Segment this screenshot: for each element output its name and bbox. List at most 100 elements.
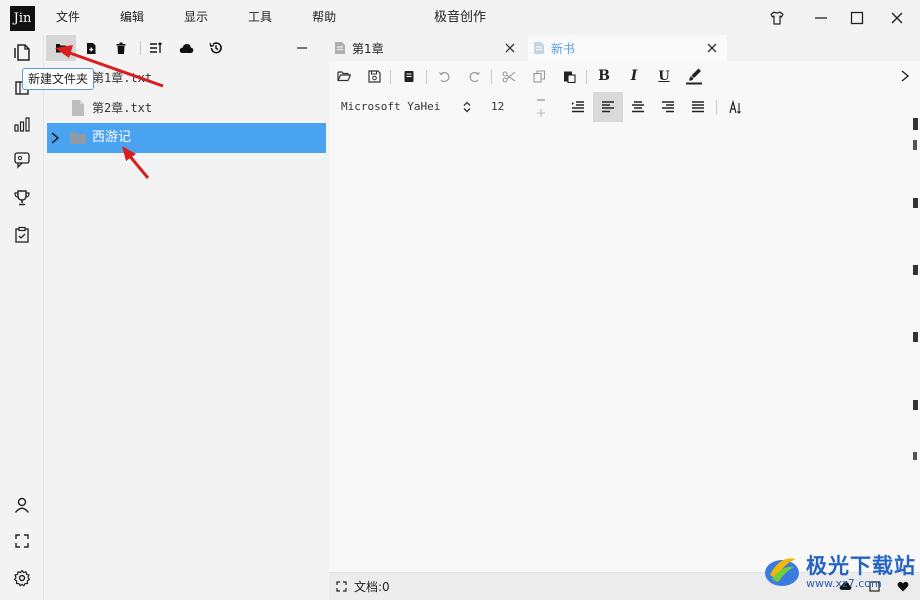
- font-family-dropdown[interactable]: [455, 93, 479, 121]
- minus-plus-icon: [537, 99, 545, 117]
- history-button[interactable]: [201, 35, 231, 61]
- watermark: 极光下载站 www.xz7.com: [760, 548, 920, 592]
- align-justify-icon: [692, 101, 704, 113]
- editor-area: 第1章 新书 B I U Microsoft YaHei 12 文档:0: [329, 35, 920, 600]
- file-icon: [534, 42, 544, 54]
- collapse-panel-button[interactable]: [287, 35, 317, 61]
- underline-button[interactable]: U: [652, 62, 676, 90]
- fullscreen-icon[interactable]: [336, 581, 347, 592]
- font-size-stepper[interactable]: [529, 93, 553, 121]
- chevron-right-icon[interactable]: [50, 132, 60, 144]
- toolbar-separator: [390, 70, 391, 84]
- maximize-button[interactable]: [835, 0, 879, 35]
- tab-new-book[interactable]: 新书: [528, 35, 727, 61]
- history-icon: [209, 42, 222, 54]
- comments-view-button[interactable]: [7, 145, 37, 175]
- watermark-name: 极光下载站: [806, 554, 916, 578]
- minus-icon: [297, 47, 307, 49]
- tasks-view-button[interactable]: [7, 220, 37, 250]
- account-button[interactable]: [7, 490, 37, 520]
- menu-view[interactable]: 显示: [172, 0, 220, 35]
- tab-label: 第1章: [352, 41, 384, 56]
- undo-button[interactable]: [432, 62, 456, 90]
- indent-button[interactable]: [563, 92, 593, 122]
- close-button[interactable]: [875, 0, 919, 35]
- toolbar-separator: [426, 70, 427, 84]
- align-center-icon: [632, 101, 644, 113]
- toolbar-separator: [716, 100, 717, 114]
- folder-open-icon: [337, 71, 351, 82]
- menu-edit[interactable]: 编辑: [108, 0, 156, 35]
- watermark-url: www.xz7.com: [806, 577, 882, 590]
- cloud-sync-button[interactable]: [171, 35, 201, 61]
- tree-item-label: 第2章.txt: [92, 101, 153, 115]
- app-window: Jin 文件 编辑 显示 工具 帮助 极音创作 第1章.txt 第2章.txt …: [0, 0, 920, 600]
- fullscreen-button[interactable]: [7, 526, 37, 556]
- text-color-button[interactable]: [682, 62, 706, 90]
- save-button[interactable]: [362, 62, 386, 90]
- minimize-icon: [815, 16, 827, 19]
- brush-icon: [686, 68, 702, 85]
- documents-icon: [14, 44, 30, 61]
- toolbar-separator: [586, 70, 587, 84]
- file-icon: [335, 42, 345, 54]
- close-tab-icon[interactable]: [705, 41, 719, 55]
- tab-label: 新书: [551, 41, 576, 56]
- document-icon: [404, 70, 414, 82]
- annotation-arrow: [55, 45, 164, 88]
- files-view-button[interactable]: [7, 37, 37, 67]
- menu-tools[interactable]: 工具: [236, 0, 284, 35]
- scissors-icon: [502, 70, 516, 83]
- font-family-select[interactable]: Microsoft YaHei: [341, 92, 440, 122]
- export-button[interactable]: [397, 62, 421, 90]
- bar-chart-icon: [14, 117, 30, 132]
- file-icon: [72, 100, 84, 116]
- maximize-icon: [850, 11, 864, 24]
- justify-button[interactable]: [683, 92, 713, 122]
- toolbar-separator: [491, 70, 492, 84]
- watermark-logo-icon: [765, 558, 799, 586]
- settings-button[interactable]: [7, 563, 37, 593]
- close-icon: [891, 12, 903, 23]
- text-height-icon: [729, 100, 741, 114]
- align-right-button[interactable]: [653, 92, 683, 122]
- chat-icon: [14, 152, 30, 169]
- font-size-input[interactable]: 12: [491, 92, 504, 122]
- app-logo: Jin: [10, 6, 35, 31]
- tab-chapter-1[interactable]: 第1章: [329, 35, 525, 61]
- background-window-edge: [913, 60, 920, 600]
- close-tab-icon[interactable]: [503, 41, 517, 55]
- redo-button[interactable]: [462, 62, 486, 90]
- achievements-view-button[interactable]: [7, 183, 37, 213]
- skin-button[interactable]: [755, 0, 799, 35]
- folder-icon: [70, 132, 86, 144]
- line-spacing-button[interactable]: [720, 92, 750, 122]
- tab-bar: 第1章 新书: [329, 35, 920, 61]
- align-left-button[interactable]: [593, 92, 623, 122]
- copy-icon: [532, 69, 545, 83]
- tree-item-file[interactable]: 第2章.txt: [47, 93, 326, 123]
- undo-icon: [438, 71, 449, 82]
- align-center-button[interactable]: [623, 92, 653, 122]
- fullscreen-icon: [15, 534, 29, 548]
- menu-file[interactable]: 文件: [44, 0, 92, 35]
- chevron-right-icon: [901, 70, 910, 82]
- bold-button[interactable]: B: [592, 62, 616, 90]
- statistics-view-button[interactable]: [7, 109, 37, 139]
- cloud-icon: [179, 43, 193, 53]
- cut-button[interactable]: [497, 62, 521, 90]
- annotation-arrow: [122, 146, 150, 179]
- italic-button[interactable]: I: [622, 62, 646, 90]
- paste-button[interactable]: [557, 62, 581, 90]
- copy-button[interactable]: [527, 62, 551, 90]
- open-button[interactable]: [332, 62, 356, 90]
- menu-bar: 文件 编辑 显示 工具 帮助: [44, 0, 364, 35]
- activity-bar: [0, 35, 44, 600]
- text-editor[interactable]: [329, 123, 920, 571]
- clipboard-icon: [15, 226, 29, 243]
- menu-help[interactable]: 帮助: [300, 0, 348, 35]
- redo-icon: [469, 71, 480, 82]
- user-icon: [14, 497, 30, 513]
- tree-item-folder[interactable]: 西游记: [47, 123, 326, 153]
- document-count: 文档:0: [354, 580, 390, 594]
